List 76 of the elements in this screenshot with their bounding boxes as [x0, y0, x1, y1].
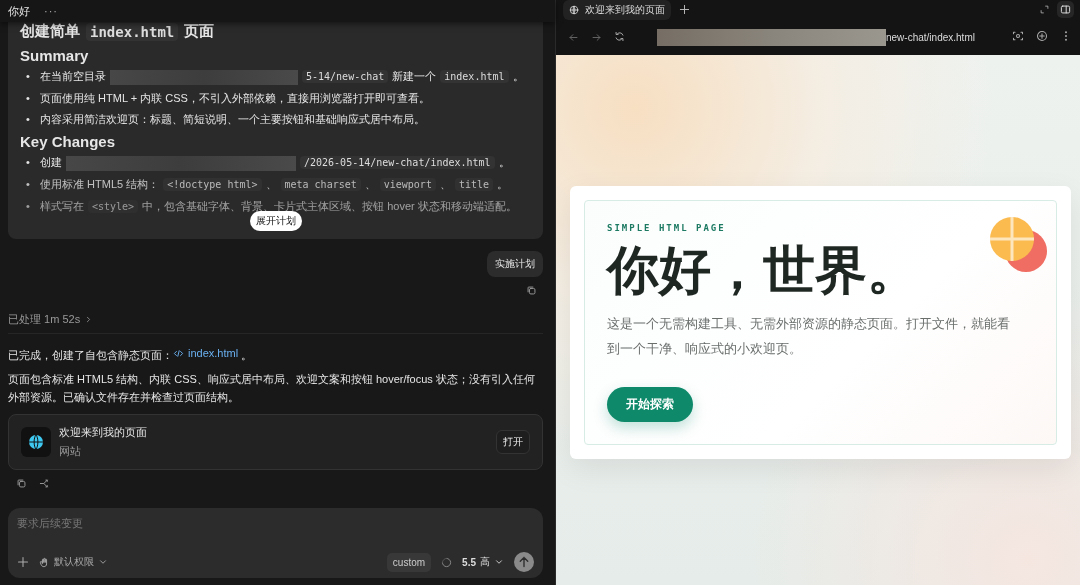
plus-icon[interactable]: [17, 556, 29, 568]
browser-tab[interactable]: 欢迎来到我的页面: [563, 0, 671, 20]
code-icon: [173, 347, 184, 359]
bullet-marker: •: [26, 91, 31, 106]
expand-plan-button[interactable]: 展开计划: [249, 211, 302, 231]
url-text[interactable]: new-chat/index.html: [886, 31, 975, 43]
sidebar-toggle-icon[interactable]: [1060, 4, 1071, 15]
plan-text: 。: [512, 70, 524, 82]
user-message: 实施计划: [487, 251, 543, 277]
bullet-marker: •: [26, 155, 31, 170]
bullet-marker: •: [26, 177, 31, 192]
branch-icon[interactable]: [39, 477, 50, 489]
bullet-marker: •: [26, 69, 31, 84]
reload-icon[interactable]: [614, 30, 625, 42]
circles-drawing: [990, 217, 1048, 275]
globe-icon: [21, 426, 51, 457]
bullet-marker: •: [26, 199, 31, 214]
plan-text: 新建一个: [392, 70, 437, 82]
inline-code: /2026-05-14/new-chat/index.html: [300, 156, 495, 169]
inline-code: title: [454, 178, 494, 191]
plan-heading: 创建简单: [20, 22, 80, 41]
plan-text: 在当前空目录: [40, 70, 106, 82]
plan-text: 样式写在: [40, 200, 84, 212]
back-icon[interactable]: [568, 31, 579, 43]
copy-icon[interactable]: [16, 477, 27, 489]
inline-code: viewport: [379, 178, 436, 191]
plan-heading: 页面: [184, 22, 215, 41]
plan-text: 内容采用简洁欢迎页：标题、简短说明、一个主要按钮和基础响应式居中布局。: [40, 113, 425, 125]
inline-code: index.html: [440, 70, 509, 83]
reply-text: 已完成，创建了自包含静态页面： index.html 。: [8, 344, 543, 364]
plan-text: 、: [364, 178, 376, 190]
forward-icon[interactable]: [591, 31, 602, 43]
new-tab-icon[interactable]: [679, 4, 690, 15]
bullet-marker: •: [26, 112, 31, 127]
chat-title: 你好: [8, 3, 30, 19]
section-heading: Summary: [20, 47, 90, 64]
message-input[interactable]: 要求后续变更: [17, 517, 534, 529]
inline-code: <!doctype html>: [163, 178, 262, 191]
inline-code: <style>: [88, 200, 139, 213]
screenshot-icon[interactable]: [1012, 30, 1024, 42]
model-dropdown[interactable]: 5.5 高: [462, 555, 504, 569]
hand-icon: [39, 556, 50, 568]
eyebrow-label: SIMPLE HTML PAGE: [607, 223, 727, 233]
spinner-icon: [441, 556, 453, 568]
permission-dropdown[interactable]: 默认权限: [39, 555, 108, 569]
more-button[interactable]: ···: [44, 5, 58, 17]
plan-text: 创建: [40, 156, 62, 168]
plan-text: 。: [498, 156, 510, 168]
plan-text: 、: [265, 178, 277, 190]
globe-icon: [569, 4, 579, 15]
mode-chip[interactable]: custom: [386, 552, 432, 572]
inline-code: index.html: [86, 22, 179, 41]
arrow-up-icon: [518, 556, 530, 568]
reply-text: 页面包含标准 HTML5 结构、内联 CSS、响应式居中布局、欢迎文案和按钮 hover/focus 状态；没有引入任何外部资源。已确认文件存在并检查过页面结构。: [8, 371, 536, 405]
send-button[interactable]: [514, 552, 534, 572]
section-heading: Key Changes: [20, 133, 117, 150]
comment-icon[interactable]: [1036, 30, 1048, 42]
plan-text: 使用标准 HTML5 结构：: [40, 178, 160, 190]
plan-text: 、: [439, 178, 451, 190]
processed-label[interactable]: 已处理 1m 52s: [8, 312, 81, 327]
inline-code: meta charset: [280, 178, 361, 191]
plan-text: 中，包含基础字体、背景、卡片式主体区域、按钮 hover 状态和移动端适配。: [142, 200, 517, 212]
plan-text: 。: [497, 178, 509, 190]
expand-icon[interactable]: [1040, 5, 1049, 14]
attachment-title: 欢迎来到我的页面: [59, 424, 148, 440]
explore-button[interactable]: 开始探索: [607, 387, 693, 422]
file-link[interactable]: index.html: [173, 344, 239, 362]
attachment-subtitle: 网站: [59, 443, 82, 459]
chevron-down-icon: [98, 557, 108, 567]
page-title: 你好，世界。: [607, 239, 920, 301]
chevron-down-icon: [494, 557, 504, 567]
copy-icon[interactable]: [526, 285, 537, 296]
page-description: 这是一个无需构建工具、无需外部资源的静态页面。打开文件，就能看到一个干净、响应式的小欢迎页。: [607, 315, 1011, 358]
inline-code: 5-14/new-chat: [302, 70, 389, 83]
open-button[interactable]: 打开: [496, 429, 530, 454]
plan-text: 页面使用纯 HTML + 内联 CSS，不引入外部依赖，直接用浏览器打开即可查看。: [40, 92, 430, 104]
